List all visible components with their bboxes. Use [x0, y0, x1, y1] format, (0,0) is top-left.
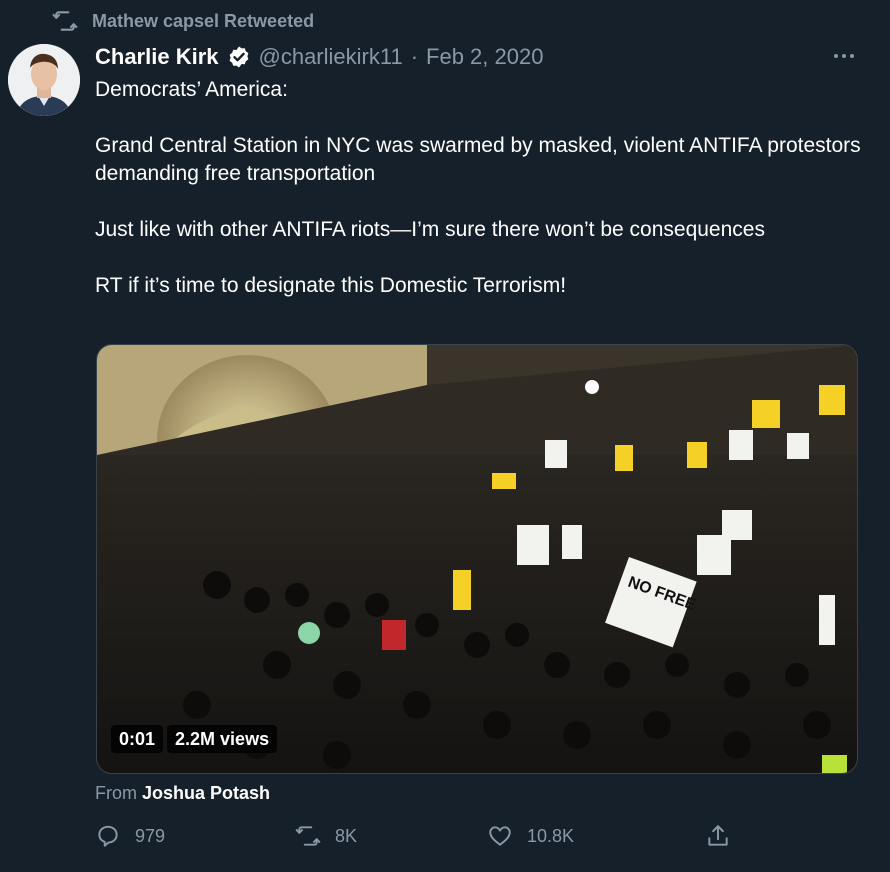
author-name[interactable]: Charlie Kirk [95, 44, 219, 70]
more-options-icon[interactable] [828, 46, 860, 66]
video-attribution: From Joshua Potash [95, 783, 270, 804]
tweet-line: Grand Central Station in NYC was swarmed… [95, 134, 861, 185]
tweet-line: Democrats’ America: [95, 78, 288, 101]
video-time: 0:01 [111, 725, 164, 753]
tweet-line: RT if it’s time to designate this Domest… [95, 274, 567, 297]
action-bar: 979 8K 10.8K [95, 823, 755, 853]
share-button[interactable] [705, 823, 731, 849]
header-separator: · [410, 44, 419, 69]
verified-badge-icon [229, 46, 248, 68]
video-thumbnail: NO FREE [97, 345, 857, 773]
like-button[interactable]: 10.8K [487, 823, 574, 849]
video-player[interactable]: NO FREE 0:01 2.2M views [96, 344, 858, 774]
tweet-date[interactable]: Feb 2, 2020 [426, 44, 543, 70]
tweet-text: Democrats’ America: Grand Central Statio… [95, 76, 865, 328]
tweet[interactable]: Mathew capsel Retweeted Charlie Kirk @ch… [0, 0, 890, 872]
tweet-line: Just like with other ANTIFA riots—I’m su… [95, 218, 765, 241]
reply-icon [98, 825, 118, 847]
like-count: 10.8K [527, 825, 575, 846]
attribution-name[interactable]: Joshua Potash [142, 783, 270, 803]
retweet-count: 8K [335, 825, 358, 846]
author-handle[interactable]: @charliekirk11 [259, 44, 403, 70]
tweet-header: Charlie Kirk @charliekirk11 · Feb 2, 202… [95, 44, 543, 70]
video-stats: 0:01 2.2M views [111, 725, 278, 753]
reply-count: 979 [135, 825, 166, 846]
retweet-icon [52, 11, 78, 31]
reply-button[interactable]: 979 [95, 823, 165, 849]
heart-icon [489, 826, 511, 846]
avatar[interactable] [8, 44, 80, 116]
avatar-image [8, 44, 80, 116]
attribution-prefix: From [95, 783, 137, 803]
retweet-context: Mathew capsel Retweeted [52, 8, 314, 34]
video-views: 2.2M views [167, 725, 278, 753]
retweet-action-icon [295, 826, 321, 846]
retweet-button[interactable]: 8K [295, 823, 357, 849]
share-icon [708, 825, 728, 846]
retweet-text[interactable]: Mathew capsel Retweeted [92, 11, 314, 32]
